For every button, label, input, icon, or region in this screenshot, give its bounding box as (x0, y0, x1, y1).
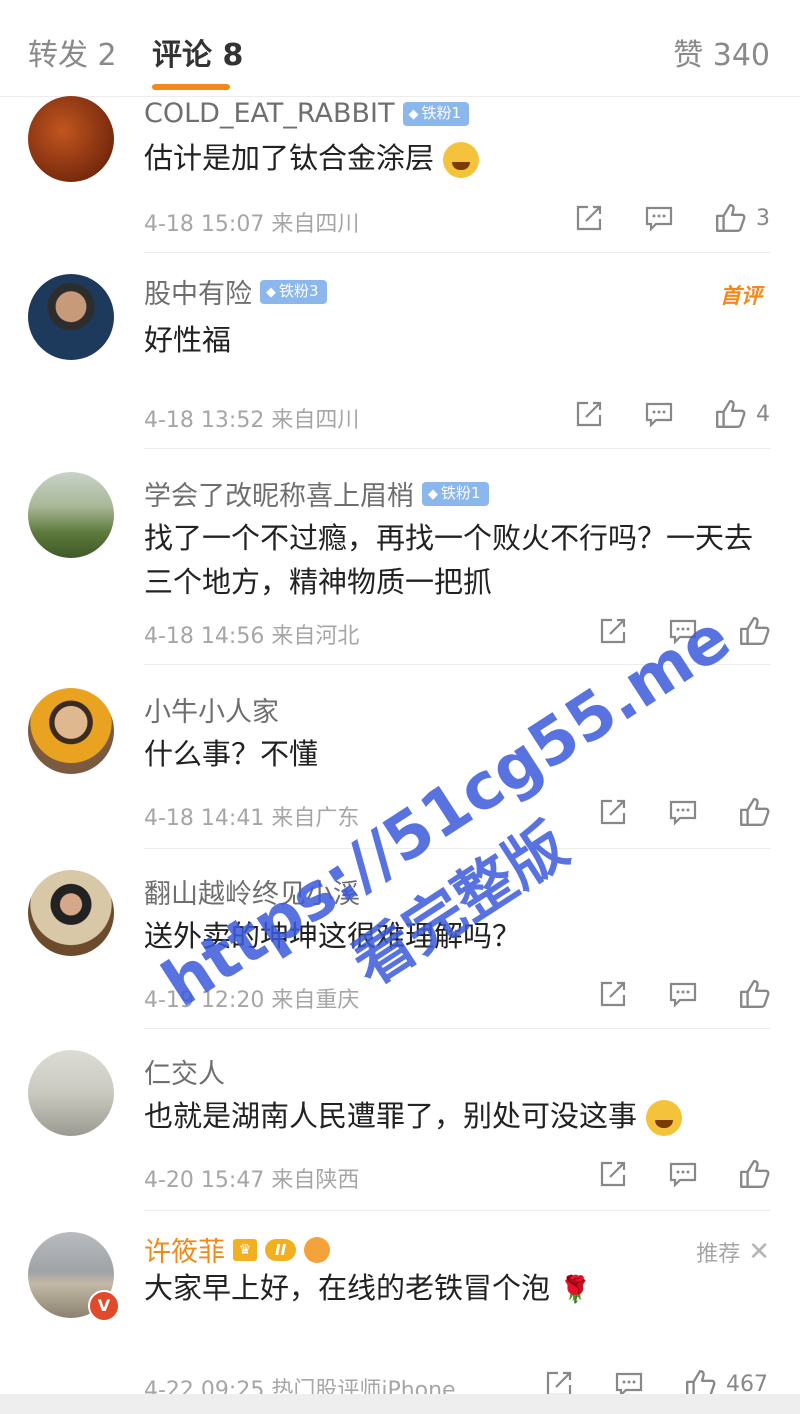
tab-likes[interactable]: 赞 340 (673, 30, 770, 74)
rose-icon: 🌹 (559, 1275, 592, 1305)
tab-comments[interactable]: 评论 8 (152, 30, 243, 74)
thumbs-up-icon (740, 798, 770, 826)
share-icon[interactable] (598, 1159, 628, 1189)
comment-text: 大家早上好，在线的老铁冒个泡 (144, 1271, 551, 1305)
divider (144, 1028, 770, 1029)
fan-badge: 铁粉1 (402, 101, 470, 126)
first-comment-tag: 首评 (720, 284, 762, 308)
active-tab-indicator (152, 84, 230, 90)
reply-icon[interactable] (668, 1159, 698, 1189)
comment-text: 估计是加了钛合金涂层 (144, 141, 435, 175)
thumbs-up-icon (740, 617, 770, 645)
divider (144, 252, 770, 253)
share-icon[interactable] (598, 616, 628, 646)
like-button[interactable] (738, 615, 770, 647)
like-count: 4 (756, 401, 770, 427)
bottom-fade (0, 1394, 800, 1414)
share-icon[interactable] (598, 979, 628, 1009)
comment-actions (598, 1156, 770, 1192)
like-count: 3 (756, 205, 770, 231)
comment-tab-bar: 转发 2 评论 8 赞 340 (0, 0, 800, 97)
comment-actions (598, 794, 770, 830)
tab-repost[interactable]: 转发 2 (28, 30, 117, 74)
comment-text: 什么事？不懂 (144, 737, 319, 771)
avatar[interactable] (28, 870, 114, 956)
comment-time: 4-20 15:47 (144, 1168, 265, 1193)
comment-time: 4-18 14:41 (144, 806, 265, 831)
close-icon[interactable]: ✕ (748, 1237, 770, 1267)
comment-source: 来自四川 (271, 212, 360, 237)
comment-actions (598, 613, 770, 649)
divider (144, 448, 770, 449)
fan-badge: 铁粉1 (422, 481, 489, 506)
comment-source: 来自陕西 (271, 1168, 360, 1193)
username[interactable]: 仁交人 (144, 1052, 225, 1091)
fish-icon (304, 1236, 331, 1263)
vip-level-badge: II (265, 1238, 297, 1261)
share-icon[interactable] (598, 797, 628, 827)
comment-time: 4-18 14:56 (144, 624, 265, 649)
comment-source: 来自河北 (271, 624, 360, 649)
divider (144, 848, 770, 849)
verified-v-icon: V (88, 1290, 120, 1322)
crown-icon: ♛ (233, 1238, 257, 1261)
thumbs-up-icon (740, 1160, 770, 1188)
share-icon[interactable] (574, 203, 604, 233)
username[interactable]: COLD_EAT_RABBIT (144, 98, 395, 129)
thumbs-up-icon (716, 204, 746, 232)
thumbs-up-icon (716, 400, 746, 428)
divider (144, 664, 770, 665)
thumbs-up-icon (740, 980, 770, 1008)
avatar[interactable] (28, 688, 114, 774)
laughing-emoji-icon (443, 142, 480, 178)
fan-badge: 铁粉3 (260, 279, 327, 304)
grin-emoji-icon (646, 1100, 683, 1136)
username[interactable]: 小牛小人家 (144, 690, 279, 729)
comment-text: 也就是湖南人民遭罪了，别处可没这事 (144, 1099, 638, 1133)
reply-icon[interactable] (668, 616, 698, 646)
comment-text: 送外卖的坤坤这很难理解吗？ (144, 919, 522, 953)
like-button[interactable] (738, 978, 770, 1010)
reply-icon[interactable] (644, 399, 674, 429)
like-button[interactable]: 3 (714, 202, 770, 234)
recommended-tag: 推荐 (696, 1242, 741, 1267)
avatar[interactable] (28, 1050, 114, 1136)
comment-source: 来自重庆 (271, 988, 360, 1013)
comment-source: 来自四川 (271, 408, 360, 433)
username[interactable]: 翻山越岭终见小溪 (144, 872, 360, 911)
reply-icon[interactable] (668, 979, 698, 1009)
like-button[interactable] (738, 1158, 770, 1190)
like-count: 467 (726, 1371, 768, 1397)
like-button[interactable] (738, 796, 770, 828)
username[interactable]: 学会了改昵称喜上眉梢 (144, 474, 414, 513)
like-button[interactable]: 4 (714, 398, 770, 430)
comment-source: 来自广东 (271, 806, 360, 831)
reply-icon[interactable] (644, 203, 674, 233)
avatar[interactable] (28, 274, 114, 360)
comment-time: 4-18 13:52 (144, 408, 265, 433)
comment-text: 找了一个不过瘾，再找一个败火不行吗？一天去三个地方，精神物质一把抓 (144, 521, 754, 599)
username[interactable]: 股中有险 (144, 272, 252, 311)
comment-actions: 4 (574, 396, 770, 432)
share-icon[interactable] (574, 399, 604, 429)
avatar[interactable] (28, 96, 114, 182)
comment-time: 4-18 15:07 (144, 212, 265, 237)
comment-text: 好性福 (144, 323, 232, 357)
divider (144, 1210, 770, 1211)
comment-time: 4-19 12:20 (144, 988, 265, 1013)
avatar[interactable] (28, 472, 114, 558)
comment-actions (598, 976, 770, 1012)
reply-icon[interactable] (668, 797, 698, 827)
comment-actions: 3 (574, 200, 770, 236)
username[interactable]: 许筱菲 (144, 1230, 225, 1269)
